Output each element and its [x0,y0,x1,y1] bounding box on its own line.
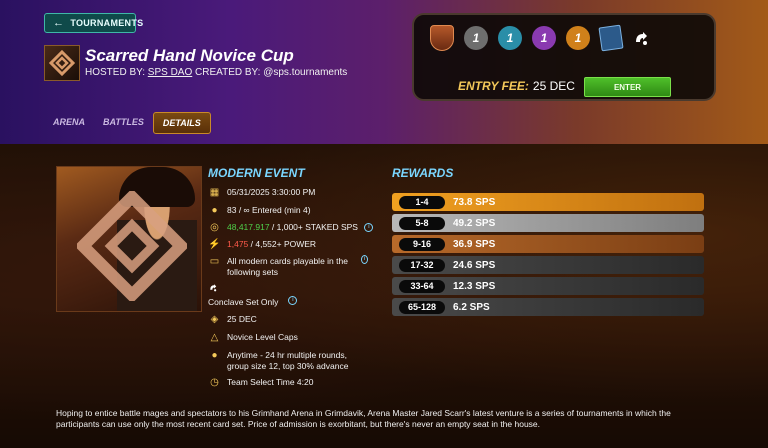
created-by-label: CREATED BY: [195,67,261,78]
event-type-title: MODERN EVENT [208,166,305,180]
rare-rarity-icon: 1 [498,26,522,50]
power-value: 1,475 [227,239,249,249]
reward-rank: 5-8 [399,216,445,230]
arrow-left-icon: ← [53,17,65,29]
reward-row: 33-64 12.3 SPS [392,277,704,295]
entry-fee-value: 25 DEC [532,79,575,93]
tab-battles[interactable]: BATTLES [94,112,153,134]
reward-rank: 65-128 [399,300,445,314]
conclave-icon [636,32,647,45]
legendary-rarity-icon: 1 [566,26,590,50]
tournament-art [56,166,202,312]
power-requirement: / 4,552+ POWER [248,239,317,249]
staked-value: 48,417.917 [227,222,270,232]
info-power: ⚡ 1,475 / 4,552+ POWER [208,238,316,251]
reward-prize: 36.9 SPS [453,238,496,250]
calendar-icon: ▦ [209,187,220,198]
enter-button[interactable]: ENTER [584,77,671,97]
tournament-description: Hoping to entice battle mages and specta… [56,408,671,429]
conclave-set-icon [210,284,217,292]
info-set-only: Conclave Set Only i [208,296,298,308]
common-rarity-icon: 1 [464,26,488,50]
tab-arena[interactable]: ARENA [44,112,94,134]
reward-prize: 49.2 SPS [453,217,496,229]
rewards-title: REWARDS [392,166,454,180]
group-icon: ● [211,350,218,361]
hosted-by-label: HOSTED BY: [85,67,146,78]
entry-fee: ENTRY FEE: 25 DEC [458,79,575,93]
creator-name: @sps.tournaments [263,67,348,78]
tournament-logo [44,45,80,81]
person-icon: ● [211,205,218,216]
staked-info-icon[interactable]: i [364,223,374,233]
entry-fee-label: ENTRY FEE: [458,79,529,93]
ticket-icon: ◈ [210,314,219,325]
info-fee: ◈ 25 DEC [208,313,257,326]
fee-text: 25 DEC [227,314,257,324]
back-button-label: TOURNAMENTS [70,18,144,28]
back-to-tournaments-button[interactable]: ← TOURNAMENTS [44,13,143,33]
info-cards: ▭ All modern cards playable in the follo… [208,255,368,278]
reward-rank: 1-4 [399,195,445,209]
diamond-logo-icon [49,50,75,76]
info-entered: ● 83 / ∞ Entered (min 4) [208,204,311,217]
reward-prize: 24.6 SPS [453,259,496,271]
entry-panel: 1 1 1 1 ENTRY FEE: 25 DEC ENTER [412,13,716,101]
reward-row: 65-128 6.2 SPS [392,298,704,316]
reward-rank: 17-32 [399,258,445,272]
header: ← TOURNAMENTS Scarred Hand Novice Cup HO… [0,0,768,144]
power-line: 1,475 / 4,552+ POWER [227,238,316,250]
reward-row: 17-32 24.6 SPS [392,256,704,274]
reward-rank: 33-64 [399,279,445,293]
tournament-title: Scarred Hand Novice Cup [85,46,294,65]
tab-bar: ARENA BATTLES DETAILS [44,112,211,134]
level-cap-icon: △ [210,332,219,343]
cards-icon: ▭ [209,256,220,267]
diamond-emblem-icon [77,191,187,301]
staked-line: 48,417.917 / 1,000+ STAKED SPS i [227,221,374,233]
cards-info-icon[interactable]: i [361,255,368,264]
epic-rarity-icon: 1 [532,26,556,50]
card-set-icon [598,24,624,52]
league-shield-icon [430,25,454,51]
info-rounds: ● Anytime - 24 hr multiple rounds, group… [208,349,368,372]
info-level-caps: △ Novice Level Caps [208,331,298,344]
clock-icon: ◷ [210,377,219,388]
cards-text: All modern cards playable in the followi… [227,256,348,277]
set-only-text: Conclave Set Only [208,297,279,307]
level-caps-text: Novice Level Caps [227,332,298,342]
team-time-text: Team Select Time 4:20 [227,377,314,387]
reward-row: 5-8 49.2 SPS [392,214,704,232]
reward-row: 9-16 36.9 SPS [392,235,704,253]
reward-rank: 9-16 [399,237,445,251]
tab-details[interactable]: DETAILS [152,112,211,134]
info-conclave-icon-row [208,282,219,293]
info-staked: ◎ 48,417.917 / 1,000+ STAKED SPS i [208,221,374,234]
details-panel: MODERN EVENT ▦ 05/31/2025 3:30:00 PM ● 8… [0,144,768,448]
info-date: ▦ 05/31/2025 3:30:00 PM [208,186,316,199]
reward-prize: 12.3 SPS [453,280,496,292]
lightning-icon: ⚡ [208,239,221,250]
reward-prize: 6.2 SPS [453,301,490,313]
rule-icons-row: 1 1 1 1 [430,24,652,52]
set-info-icon[interactable]: i [288,296,298,305]
reward-prize: 73.8 SPS [453,196,496,208]
sps-coin-icon: ◎ [210,222,219,233]
info-team-time: ◷ Team Select Time 4:20 [208,376,313,389]
staked-requirement: / 1,000+ STAKED SPS [269,222,358,232]
hosted-by-line: HOSTED BY: SPS DAO CREATED BY: @sps.tour… [85,67,347,78]
entered-text: 83 / ∞ Entered (min 4) [227,205,311,215]
rounds-text: Anytime - 24 hr multiple rounds, group s… [227,350,349,371]
host-link[interactable]: SPS DAO [148,67,192,78]
reward-row: 1-4 73.8 SPS [392,193,704,211]
date-text: 05/31/2025 3:30:00 PM [227,187,316,197]
